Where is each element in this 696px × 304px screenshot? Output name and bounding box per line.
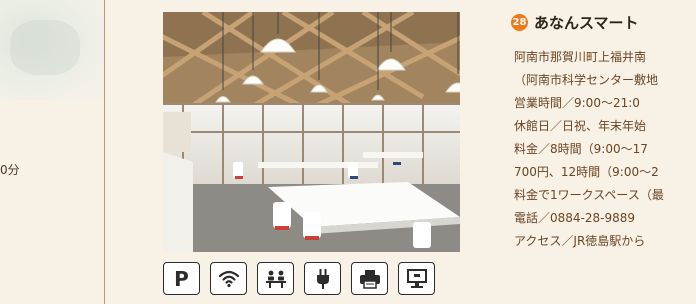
listing-title: あなんスマート bbox=[534, 14, 639, 32]
wifi-icon bbox=[210, 262, 247, 295]
detail-address: 阿南市那賀川町上福井南 bbox=[514, 50, 647, 64]
left-fragment-text: 0分 bbox=[0, 163, 20, 177]
detail-access: アクセス／JR徳島駅から bbox=[514, 234, 646, 248]
listing-heading: 28 あなんスマート bbox=[511, 12, 639, 33]
detail-hours: 営業時間／9:00〜21:0 bbox=[514, 96, 640, 110]
left-column: 0分 bbox=[0, 0, 104, 304]
amenity-icons: P bbox=[163, 262, 435, 295]
parking-icon: P bbox=[163, 262, 200, 295]
monitor-icon bbox=[398, 262, 435, 295]
detail-fee-note: 料金で1ワークスペース（最 bbox=[514, 188, 664, 202]
column-divider bbox=[104, 0, 105, 304]
detail-fee-12h: 700円、12時間（9:00〜2 bbox=[514, 165, 659, 179]
power-outlet-icon bbox=[304, 262, 341, 295]
detail-phone: 電話／0884-28-9889 bbox=[514, 211, 636, 225]
coworking-space-photo bbox=[163, 12, 460, 252]
listing-panel: 28 あなんスマート 阿南市那賀川町上福井南 （阿南市科学センター敷地 営業時間… bbox=[492, 0, 696, 304]
detail-closed-days: 休館日／日祝、年末年始 bbox=[514, 119, 647, 133]
listing-number-badge: 28 bbox=[511, 14, 528, 31]
map-fragment bbox=[0, 0, 104, 100]
meeting-room-icon bbox=[257, 262, 294, 295]
detail-address-note: （阿南市科学センター敷地 bbox=[514, 73, 659, 87]
listing-details: 阿南市那賀川町上福井南 （阿南市科学センター敷地 営業時間／9:00〜21:0 … bbox=[514, 46, 664, 253]
detail-fee-8h: 料金／8時間（9:00〜17 bbox=[514, 142, 648, 156]
printer-icon bbox=[351, 262, 388, 295]
